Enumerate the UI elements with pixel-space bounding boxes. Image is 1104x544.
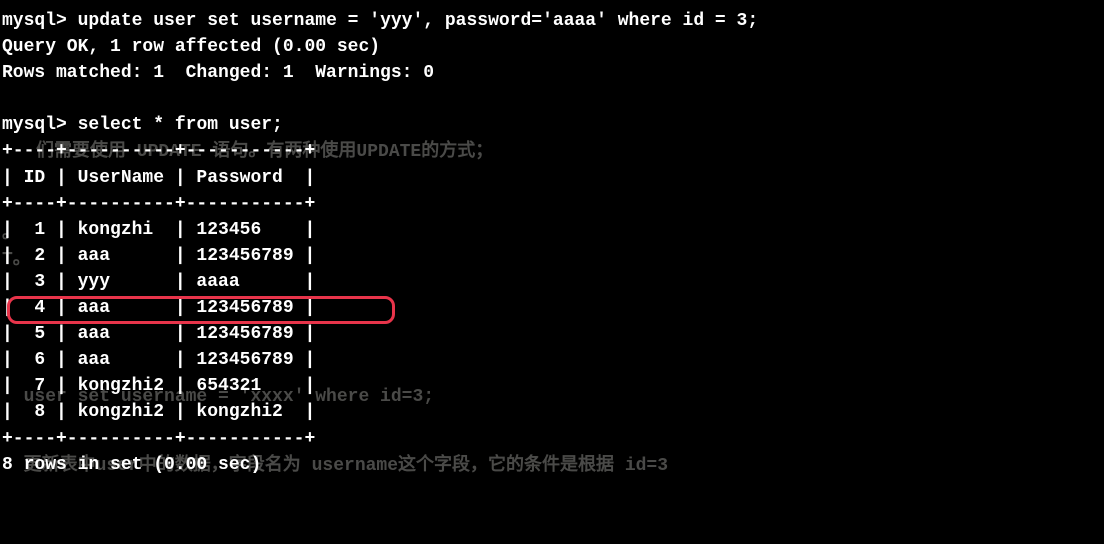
- table-row: | 7 | kongzhi2 | 654321 |: [2, 373, 1102, 399]
- command-line-update: mysql> update user set username = 'yyy',…: [2, 8, 1102, 34]
- table-row: | 6 | aaa | 123456789 |: [2, 347, 1102, 373]
- table-header-row: | ID | UserName | Password |: [2, 165, 1102, 191]
- rows-matched-line: Rows matched: 1 Changed: 1 Warnings: 0: [2, 60, 1102, 86]
- table-row: | 3 | yyy | aaaa |: [2, 269, 1102, 295]
- table-border-mid: +----+----------+-----------+: [2, 191, 1102, 217]
- rows-in-set-line: 8 rows in set (0.00 sec): [2, 452, 1102, 478]
- table-row: | 5 | aaa | 123456789 |: [2, 321, 1102, 347]
- blank-line: [2, 86, 1102, 112]
- sql-select-command: select * from user;: [78, 115, 283, 135]
- mysql-prompt: mysql>: [2, 115, 67, 135]
- sql-update-command: update user set username = 'yyy', passwo…: [78, 11, 759, 31]
- table-row: | 1 | kongzhi | 123456 |: [2, 217, 1102, 243]
- table-border-top: +----+----------+-----------+: [2, 138, 1102, 164]
- query-ok-line: Query OK, 1 row affected (0.00 sec): [2, 34, 1102, 60]
- mysql-prompt: mysql>: [2, 11, 67, 31]
- table-row: | 4 | aaa | 123456789 |: [2, 295, 1102, 321]
- table-row: | 8 | kongzhi2 | kongzhi2 |: [2, 399, 1102, 425]
- command-line-select: mysql> select * from user;: [2, 112, 1102, 138]
- table-row: | 2 | aaa | 123456789 |: [2, 243, 1102, 269]
- table-border-bottom: +----+----------+-----------+: [2, 426, 1102, 452]
